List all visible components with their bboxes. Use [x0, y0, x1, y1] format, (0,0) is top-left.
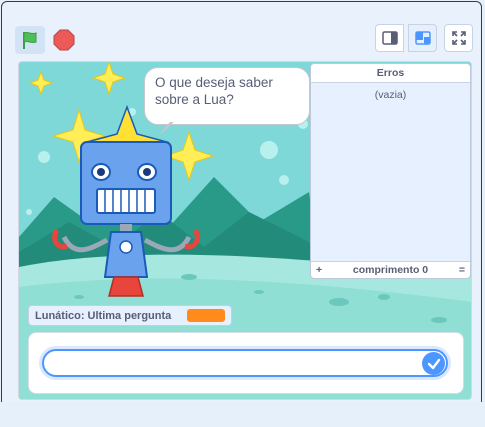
answer-input[interactable]	[42, 349, 448, 377]
small-stage-icon	[381, 31, 398, 45]
submit-answer-button[interactable]	[422, 352, 445, 375]
variable-label: Lunático: Ultima pergunta	[35, 309, 172, 322]
speech-bubble: O que deseja saber sobre a Lua?	[144, 67, 310, 125]
green-flag-icon	[23, 31, 37, 49]
list-monitor-erros[interactable]: Erros (vazia) + comprimento 0 =	[310, 63, 471, 279]
small-stage-button[interactable]	[375, 24, 404, 52]
list-resize-handle[interactable]: =	[459, 262, 465, 278]
stop-button[interactable]	[50, 26, 78, 54]
stage-window: O que deseja saber sobre a Lua? Erros (v…	[1, 1, 482, 424]
variable-value-badge	[187, 309, 225, 322]
fullscreen-icon	[451, 31, 466, 45]
list-length-label: comprimento 0	[352, 264, 429, 276]
list-footer: + comprimento 0 =	[311, 261, 470, 278]
fullscreen-button[interactable]	[444, 24, 473, 52]
list-empty-label: (vazia)	[374, 89, 407, 101]
stage-canvas[interactable]: O que deseja saber sobre a Lua? Erros (v…	[18, 61, 472, 400]
normal-stage-button[interactable]	[408, 24, 437, 52]
list-add-button[interactable]: +	[316, 262, 322, 278]
variable-monitor[interactable]: Lunático: Ultima pergunta	[28, 305, 232, 326]
green-flag-button[interactable]	[15, 26, 45, 54]
stop-icon	[53, 29, 75, 51]
ask-prompt-box	[28, 332, 464, 394]
speech-tail	[160, 122, 174, 134]
normal-stage-icon	[414, 31, 431, 45]
check-icon	[427, 358, 440, 369]
bottom-strip	[0, 402, 485, 424]
speech-text: O que deseja saber sobre a Lua?	[155, 75, 273, 107]
list-title: Erros	[311, 64, 470, 83]
stage-toolbar	[2, 2, 481, 58]
